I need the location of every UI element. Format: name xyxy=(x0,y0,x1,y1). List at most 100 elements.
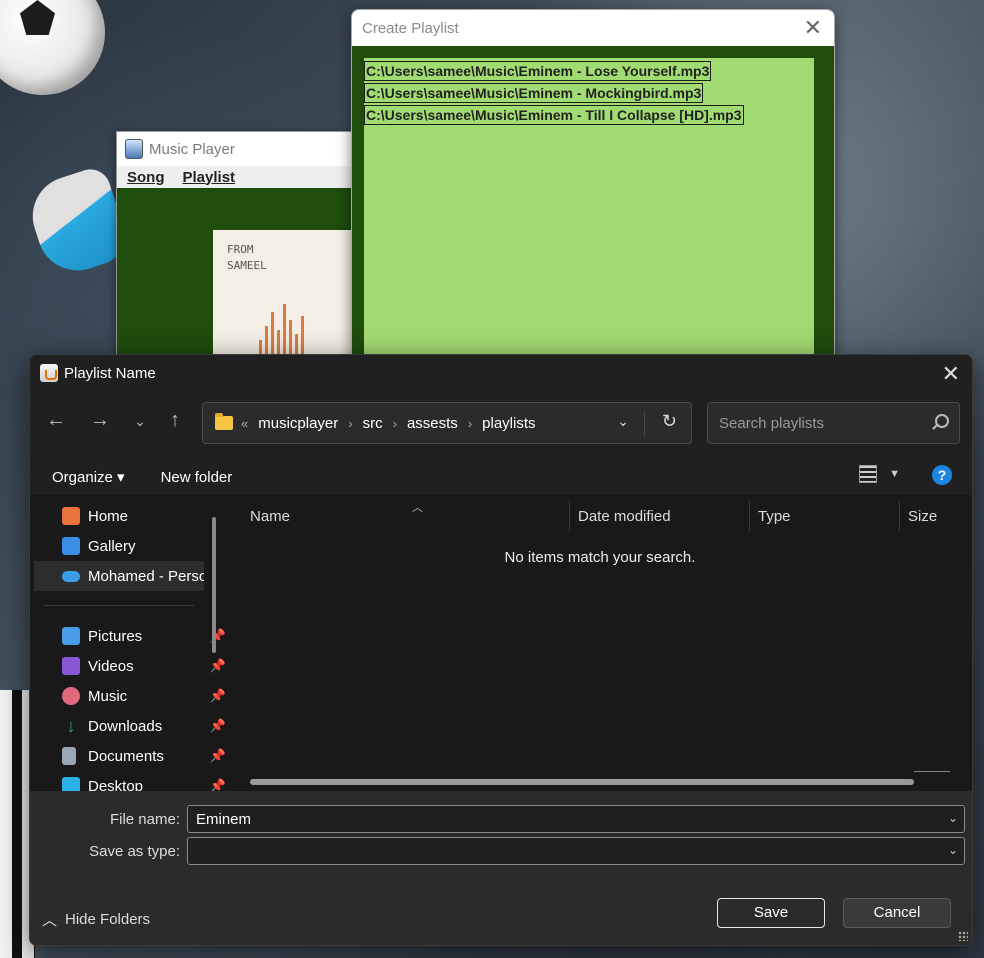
breadcrumb-assests[interactable]: assests xyxy=(407,415,458,432)
java-icon xyxy=(40,364,58,382)
chevron-down-icon[interactable]: ⌄ xyxy=(948,843,958,857)
pin-icon[interactable]: 📌 xyxy=(210,748,226,764)
view-options-button[interactable]: ▼ xyxy=(859,465,900,483)
forward-arrow-icon[interactable]: → xyxy=(86,409,114,432)
close-icon[interactable]: ✕ xyxy=(804,17,822,39)
column-header-label: Name xyxy=(250,507,291,525)
save-as-type-label: Save as type: xyxy=(89,843,180,860)
recent-locations-chevron-icon[interactable]: ⌄ xyxy=(126,413,154,430)
gallery-icon xyxy=(62,537,80,555)
downloads-icon: ↓ xyxy=(66,716,76,736)
file-list-pane: Name ︿ Date modified Type Size No items … xyxy=(228,495,972,791)
breadcrumb-overflow[interactable]: « xyxy=(241,416,248,431)
menu-playlist[interactable]: Playlist xyxy=(183,169,236,186)
dialog-titlebar[interactable]: Playlist Name ✕ xyxy=(30,355,972,391)
column-header-date-modified[interactable]: Date modified xyxy=(570,501,750,531)
breadcrumb-playlists[interactable]: playlists xyxy=(482,415,535,432)
playlist-file-item[interactable]: C:\Users\samee\Music\Eminem - Till I Col… xyxy=(364,105,744,125)
create-playlist-title: Create Playlist xyxy=(362,19,459,37)
pictures-icon xyxy=(62,627,80,645)
save-as-type-select[interactable]: ⌄ xyxy=(187,837,965,865)
sidebar-item-documents[interactable]: Documents 📌 xyxy=(34,741,226,771)
column-header-label: Date modified xyxy=(578,507,671,525)
navigation-bar: ← → ⌄ ↑ « musicplayer › src › assests › … xyxy=(30,401,972,447)
hide-folders-label: Hide Folders xyxy=(65,911,151,928)
horizontal-scrollbar[interactable] xyxy=(250,779,914,785)
address-bar[interactable]: « musicplayer › src › assests › playlist… xyxy=(202,402,692,444)
up-arrow-icon[interactable]: ↑ xyxy=(161,409,189,432)
sidebar-item-label: Documents xyxy=(88,747,164,765)
documents-icon xyxy=(62,747,76,765)
album-art-bars xyxy=(259,304,304,360)
chevron-down-icon[interactable]: ⌄ xyxy=(617,413,629,430)
details-view-icon xyxy=(859,465,878,483)
chevron-up-icon: ︿ xyxy=(42,912,58,929)
sidebar-item-pictures[interactable]: Pictures 📌 xyxy=(34,621,226,651)
navigation-pane: Home Gallery Mohamed - Perso Pictures 📌 … xyxy=(30,495,228,795)
column-header-type[interactable]: Type xyxy=(750,501,900,531)
playlist-file-item[interactable]: C:\Users\samee\Music\Eminem - Lose Yours… xyxy=(364,61,712,81)
album-art: FROM SAMEEL xyxy=(213,230,358,360)
save-button[interactable]: Save xyxy=(717,898,825,928)
new-folder-button[interactable]: New folder xyxy=(161,469,233,486)
videos-icon xyxy=(62,657,80,675)
sidebar-item-label: Downloads xyxy=(88,717,163,735)
column-header-size[interactable]: Size xyxy=(900,501,972,531)
address-divider xyxy=(644,411,645,437)
file-name-field[interactable]: ⌄ xyxy=(187,805,965,833)
save-as-type-value[interactable] xyxy=(194,842,918,861)
home-icon xyxy=(62,507,80,525)
sidebar-item-label: Home xyxy=(88,507,129,525)
sidebar-item-label: Gallery xyxy=(88,537,136,555)
playlist-file-item[interactable]: C:\Users\samee\Music\Eminem - Mockingbir… xyxy=(364,83,704,103)
help-icon[interactable]: ? xyxy=(932,465,952,485)
search-input[interactable] xyxy=(717,413,921,433)
soccer-ball-wallpaper xyxy=(0,0,105,95)
close-icon[interactable]: ✕ xyxy=(942,361,960,387)
breadcrumb-src[interactable]: src xyxy=(363,415,383,432)
sidebar-item-home[interactable]: Home xyxy=(34,501,204,531)
column-header-label: Size xyxy=(908,507,938,525)
breadcrumb-musicplayer[interactable]: musicplayer xyxy=(258,415,338,432)
music-player-titlebar[interactable]: Music Player xyxy=(117,132,357,166)
chevron-down-icon: ▼ xyxy=(889,468,900,480)
file-name-input[interactable] xyxy=(194,810,918,829)
playlist-file-list: C:\Users\samee\Music\Eminem - Lose Yours… xyxy=(364,58,814,360)
resize-grip-icon[interactable] xyxy=(958,931,968,941)
pin-icon[interactable]: 📌 xyxy=(210,658,226,674)
back-arrow-icon[interactable]: ← xyxy=(42,409,70,432)
create-playlist-window: Create Playlist ✕ C:\Users\samee\Music\E… xyxy=(351,9,835,361)
pin-icon[interactable]: 📌 xyxy=(210,718,226,734)
breadcrumb: « musicplayer › src › assests › playlist… xyxy=(241,415,536,432)
dialog-title: Playlist Name xyxy=(64,364,156,382)
sidebar-item-music[interactable]: Music 📌 xyxy=(34,681,226,711)
cancel-button[interactable]: Cancel xyxy=(843,898,951,928)
menu-song[interactable]: Song xyxy=(127,169,165,186)
refresh-icon[interactable]: ↻ xyxy=(662,411,677,432)
music-player-window: Music Player Song Playlist FROM SAMEEL xyxy=(116,131,358,373)
sidebar-item-downloads[interactable]: ↓ Downloads 📌 xyxy=(34,711,227,741)
search-icon[interactable] xyxy=(935,414,949,428)
folder-icon xyxy=(215,413,233,430)
sidebar-item-gallery[interactable]: Gallery xyxy=(34,531,204,561)
column-header-name[interactable]: Name ︿ xyxy=(242,501,570,531)
playlist-name-dialog: Playlist Name ✕ ← → ⌄ ↑ « musicplayer › … xyxy=(29,354,973,946)
create-playlist-titlebar[interactable]: Create Playlist ✕ xyxy=(352,10,834,46)
sidebar-item-label: Mohamed - Perso xyxy=(88,567,204,585)
onedrive-icon xyxy=(62,570,80,582)
album-art-text: FROM SAMEEL xyxy=(227,243,267,272)
sidebar-item-videos[interactable]: Videos 📌 xyxy=(34,651,226,681)
sort-ascending-icon: ︿ xyxy=(412,502,423,514)
chevron-down-icon[interactable]: ⌄ xyxy=(948,811,958,825)
chevron-right-icon: › xyxy=(348,415,353,431)
sidebar-item-onedrive[interactable]: Mohamed - Perso xyxy=(34,561,204,591)
organize-button[interactable]: Organize ▾ xyxy=(52,468,125,486)
search-box[interactable] xyxy=(707,402,960,444)
sidebar-scrollbar[interactable] xyxy=(212,517,216,653)
empty-state-message: No items match your search. xyxy=(504,549,696,566)
pin-icon[interactable]: 📌 xyxy=(210,688,226,704)
scrollbar-track-end xyxy=(914,771,950,772)
hide-folders-button[interactable]: ︿ Hide Folders xyxy=(42,909,150,930)
column-header-label: Type xyxy=(758,507,791,525)
sidebar-divider xyxy=(44,605,194,606)
